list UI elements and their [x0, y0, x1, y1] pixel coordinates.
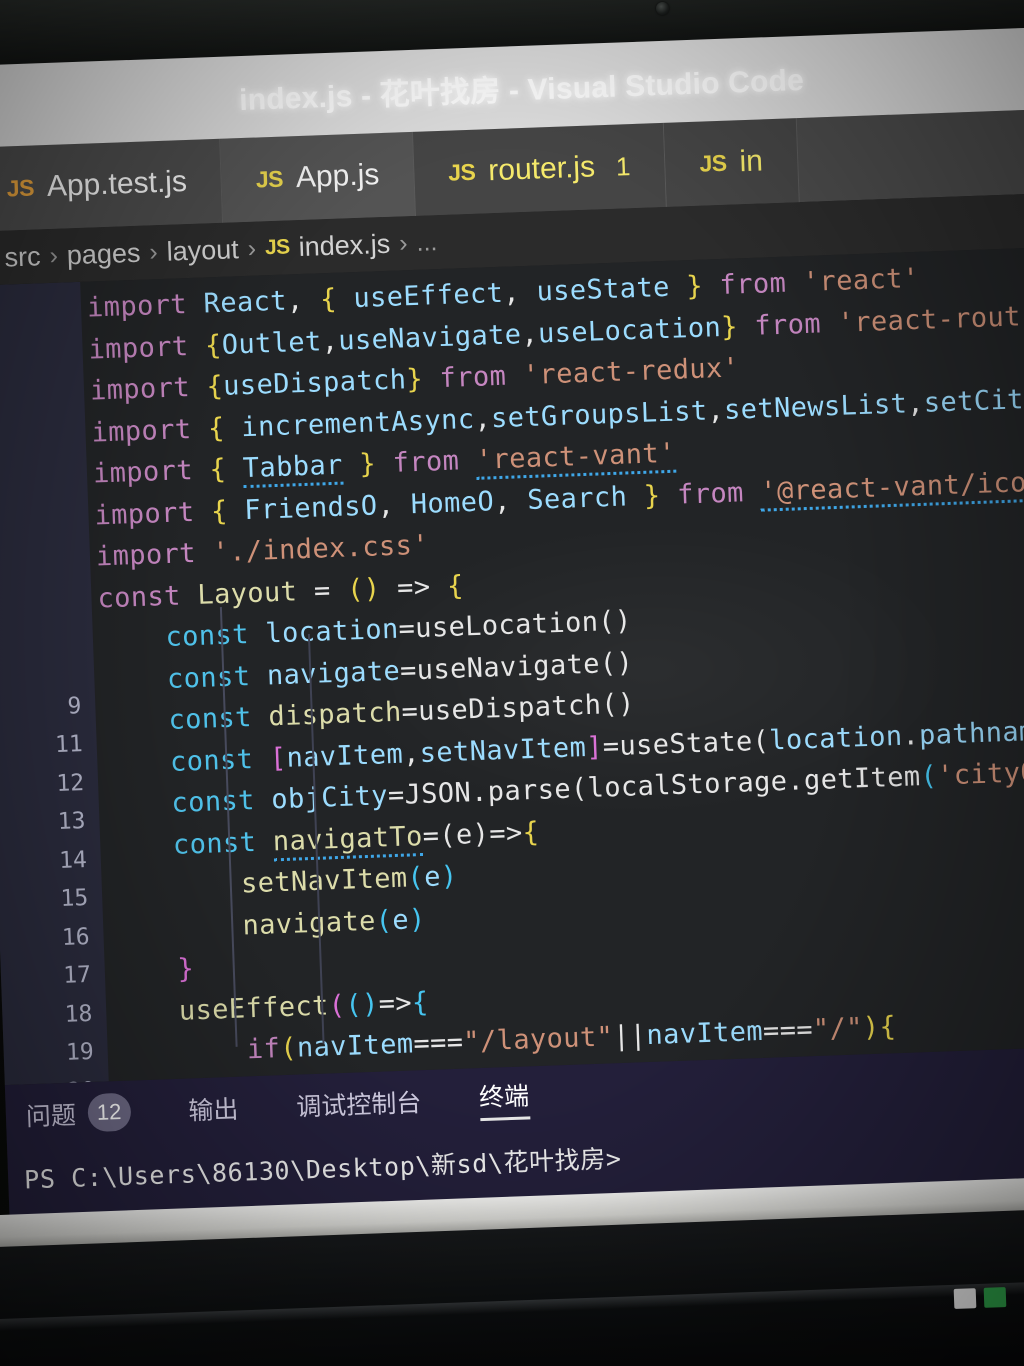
line-number: 13	[57, 808, 86, 836]
panel-tab-debug-console[interactable]: 调试控制台	[296, 1083, 422, 1123]
line-number: 16	[61, 923, 91, 951]
line-number: 15	[60, 884, 89, 912]
tab-app-test-js[interactable]: JS App.test.js	[0, 138, 224, 232]
line-number: 17	[62, 961, 92, 989]
laptop-screen-photo: index.js - 花叶找房 - Visual Studio Code JS …	[0, 0, 1024, 1366]
line-number: 19	[65, 1038, 95, 1066]
line-number: 12	[55, 769, 85, 797]
tab-router-js[interactable]: JS router.js 1	[412, 122, 667, 216]
js-file-icon: JS	[447, 158, 476, 186]
code-editor[interactable]: 9 11 12 13 14 15 16 17 18 19 20 import R…	[0, 246, 1024, 1086]
chevron-right-icon: ›	[49, 241, 59, 270]
panel-tab-label: 问题	[25, 1101, 77, 1132]
screen-area: index.js - 花叶找房 - Visual Studio Code JS …	[0, 26, 1024, 1333]
window-title: index.js - 花叶找房 - Visual Studio Code	[238, 63, 805, 118]
chevron-right-icon: ›	[247, 234, 257, 263]
tray-icon-cloud[interactable]	[953, 1288, 977, 1309]
tab-label: in	[738, 144, 764, 179]
line-number	[0, 648, 95, 690]
problems-count-badge: 12	[87, 1092, 132, 1133]
js-file-icon: JS	[255, 165, 284, 193]
breadcrumb-item-file[interactable]: index.js	[298, 228, 391, 262]
tab-label: App.js	[295, 158, 380, 195]
tab-app-js[interactable]: JS App.js	[220, 131, 416, 223]
vscode-window: index.js - 花叶找房 - Visual Studio Code JS …	[0, 26, 1024, 1333]
line-number: 11	[54, 731, 84, 759]
breadcrumb-item-layout[interactable]: layout	[166, 234, 239, 268]
breadcrumb-item-pages[interactable]: pages	[66, 237, 141, 271]
breadcrumb-item-src[interactable]: src	[4, 241, 41, 273]
panel-tab-problems[interactable]: 问题 12	[25, 1092, 132, 1135]
tab-label: App.test.js	[46, 165, 188, 204]
chevron-right-icon: ›	[148, 237, 159, 266]
tab-index-js[interactable]: JS in	[663, 118, 800, 207]
tab-label: router.js	[487, 150, 596, 188]
line-number: 9	[66, 692, 82, 720]
js-file-icon: JS	[264, 235, 291, 260]
line-number: 14	[58, 846, 88, 874]
code-text-area[interactable]: import React, { useEffect, useState } fr…	[80, 246, 1024, 1081]
panel-tab-label: 调试控制台	[295, 1089, 422, 1122]
line-number: 18	[64, 1000, 93, 1028]
panel-tab-label: 输出	[187, 1095, 239, 1126]
chevron-right-icon: ›	[398, 228, 408, 257]
tray-icon-green-app[interactable]	[983, 1287, 1007, 1308]
js-file-icon: JS	[698, 149, 727, 177]
webcam-icon	[656, 2, 669, 15]
panel-tab-output[interactable]: 输出	[188, 1090, 239, 1128]
js-file-icon: JS	[6, 173, 35, 201]
breadcrumb-ellipsis[interactable]: ...	[416, 228, 438, 258]
system-tray[interactable]	[953, 1287, 1007, 1309]
panel-tab-terminal[interactable]: 终端	[478, 1075, 530, 1121]
tab-modified-badge: 1	[615, 150, 631, 182]
panel-tab-label: 终端	[478, 1081, 530, 1112]
